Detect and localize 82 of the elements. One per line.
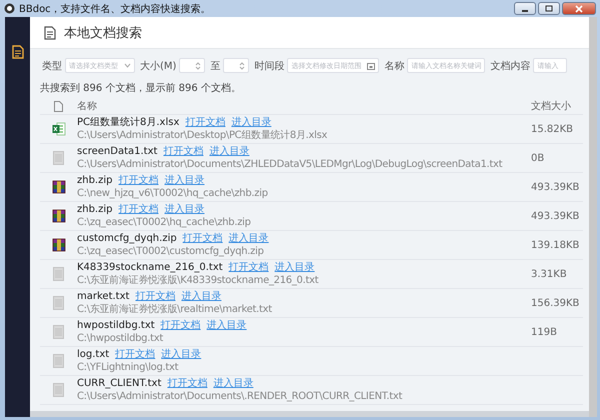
spinner-arrows-icon	[195, 61, 202, 71]
file-path: C:\YFLightning\log.txt	[77, 361, 180, 374]
app-logo-icon	[4, 3, 15, 14]
column-header: 名称	[77, 100, 97, 113]
file-path: C:\Users\Administrator\Documents\.RENDER_ROOT\CURR_CLIENT.txt	[77, 390, 404, 403]
open-folder-link[interactable]: 进入目录	[209, 145, 250, 158]
file-size: 493.39KB	[531, 210, 580, 222]
text-file-icon	[53, 151, 64, 165]
minimize-button[interactable]	[514, 2, 536, 15]
open-document-link[interactable]: 打开文档	[163, 145, 204, 158]
open-folder-link[interactable]: 进入目录	[231, 116, 272, 129]
file-name: market.txt	[77, 290, 130, 303]
text-file-icon	[53, 354, 64, 368]
file-name: screenData1.txt	[77, 145, 158, 158]
file-icon	[54, 100, 63, 112]
calendar-icon	[367, 62, 376, 70]
file-path: C:\Users\Administrator\Documents\ZHLEDDataV5\LEDMgr\Log\DebugLog\screenData1.txt	[77, 158, 504, 171]
file-path: C:\东亚前海证券悦涨版\K48339stockname_216_0.txt	[77, 274, 320, 287]
file-name: CURR_CLIENT.txt	[77, 377, 162, 390]
filter-label: 名称	[384, 60, 404, 72]
file-name: customcfg_dyqh.zip	[77, 232, 177, 245]
archive-file-icon	[52, 209, 66, 223]
open-document-link[interactable]: 打开文档	[118, 174, 158, 187]
archive-file-icon	[52, 238, 66, 252]
document-icon[interactable]	[12, 45, 24, 59]
file-path: C:\zq_easec\T0002\hq_cache\zhb.zip	[77, 216, 252, 229]
filter-label: 文档内容	[490, 60, 530, 72]
column-header: 文档大小	[531, 100, 572, 113]
file-size: 3.31KB	[531, 268, 567, 280]
close-button[interactable]	[562, 2, 596, 15]
document-icon	[44, 26, 56, 40]
open-folder-link[interactable]: 进入目录	[181, 290, 222, 303]
open-document-link[interactable]: 打开文档	[182, 232, 223, 245]
filter-label: 类型	[42, 60, 62, 72]
open-document-link[interactable]: 打开文档	[167, 377, 208, 390]
file-path: C:\zq_easec\T0002\customcfg_dyqh.zip	[77, 245, 265, 258]
maximize-button[interactable]	[538, 2, 560, 15]
file-path: C:\东亚前海证券悦涨版\realtime\market.txt	[77, 303, 273, 316]
spinner-arrows-icon	[239, 61, 246, 71]
chevron-down-icon	[124, 63, 131, 68]
open-document-link[interactable]: 打开文档	[228, 261, 269, 274]
file-name: PC组数量统计8月.xlsx	[77, 116, 180, 129]
page-title: 本地文档搜索	[64, 24, 142, 42]
file-path: C:\hwpostildbg.txt	[77, 332, 164, 345]
window-title: BBdoc，支持文件名、文档内容快速搜索。	[19, 2, 211, 16]
open-folder-link[interactable]: 进入目录	[164, 203, 204, 216]
archive-file-icon	[52, 180, 66, 194]
file-size: 139.18KB	[531, 240, 580, 250]
open-folder-link[interactable]: 进入目录	[213, 377, 254, 390]
close-icon	[575, 4, 583, 12]
file-size: 156.39KB	[531, 298, 580, 308]
file-name: log.txt	[77, 348, 110, 361]
file-size: 493.39KB	[531, 182, 580, 192]
file-path: C:\new_hjzq_v6\T0002\hq_cache\zhb.zip	[77, 187, 269, 200]
file-size: 0B	[531, 152, 544, 164]
open-document-link[interactable]: 打开文档	[118, 203, 158, 216]
file-name: hwpostildbg.txt	[77, 319, 155, 332]
maximize-icon	[545, 5, 553, 12]
filter-label: 时间段	[254, 60, 284, 72]
open-folder-link[interactable]: 进入目录	[206, 319, 247, 332]
open-document-link[interactable]: 打开文档	[115, 348, 156, 361]
text-file-icon	[53, 267, 64, 281]
open-folder-link[interactable]: 进入目录	[274, 261, 315, 274]
filter-label: 大小(M)	[140, 60, 176, 72]
open-document-link[interactable]: 打开文档	[160, 319, 201, 332]
file-name: zhb.zip	[77, 174, 112, 187]
open-folder-link[interactable]: 进入目录	[228, 232, 269, 245]
spreadsheet-file-icon	[52, 122, 66, 136]
text-file-icon	[53, 325, 64, 339]
text-file-icon	[53, 296, 64, 310]
file-size: 15.82KB	[531, 124, 574, 134]
open-document-link[interactable]: 打开文档	[135, 290, 176, 303]
file-path: C:\Users\Administrator\Desktop\PC组数量统计8月.xlsx	[77, 129, 328, 142]
filter-label: 至	[210, 60, 220, 72]
open-document-link[interactable]: 打开文档	[185, 116, 226, 129]
file-name: K48339stockname_216_0.txt	[77, 261, 223, 274]
result-summary: 共搜索到 896 个文档，显示前 896 个文档。	[40, 82, 242, 96]
file-name: zhb.zip	[77, 203, 112, 216]
open-folder-link[interactable]: 进入目录	[161, 348, 202, 361]
file-size: 119B	[531, 326, 557, 338]
open-folder-link[interactable]: 进入目录	[164, 174, 204, 187]
text-file-icon	[53, 383, 64, 397]
